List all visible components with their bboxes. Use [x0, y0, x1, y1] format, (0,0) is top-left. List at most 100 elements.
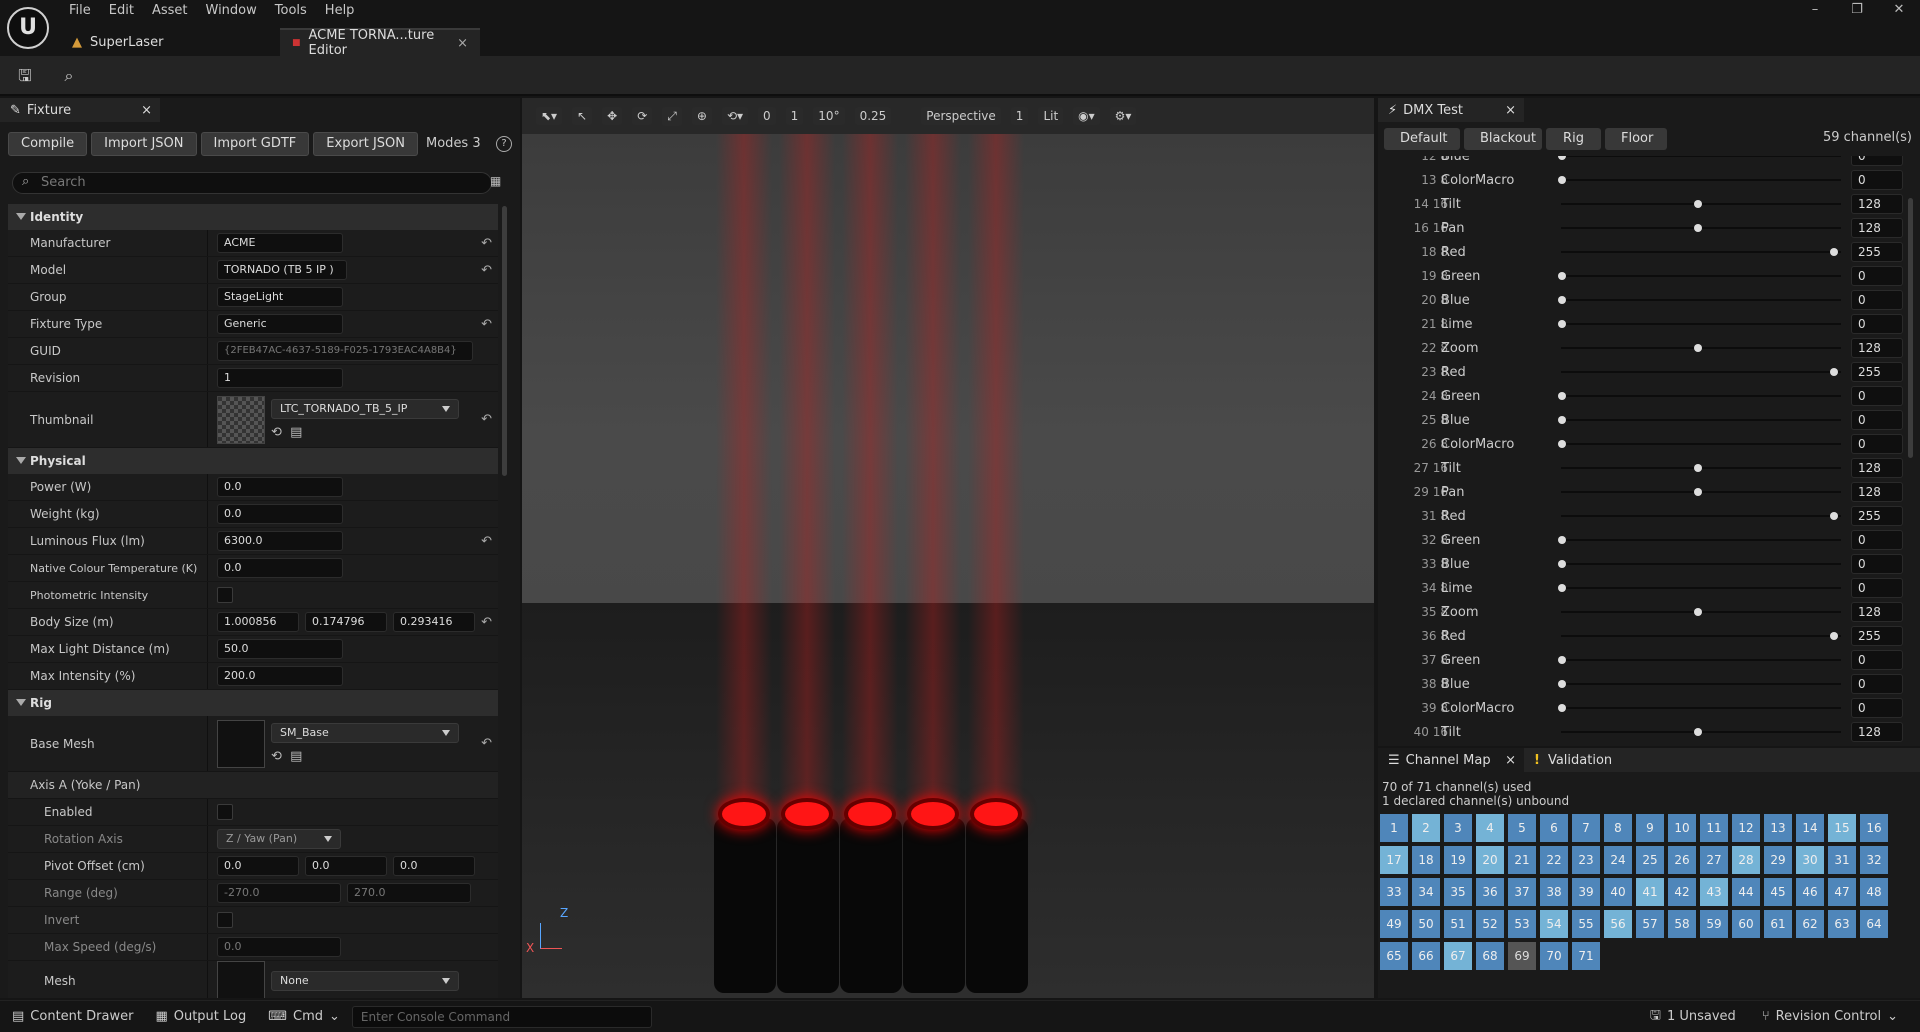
channel-value-field[interactable]: 128	[1851, 194, 1903, 214]
channel-cell[interactable]: 71	[1572, 942, 1600, 970]
view-mode-dropdown[interactable]: Perspective	[921, 107, 1001, 125]
channel-slider-handle[interactable]	[1694, 728, 1702, 736]
channel-cell[interactable]: 68	[1476, 942, 1504, 970]
channel-cell[interactable]: 58	[1668, 910, 1696, 938]
channel-cell[interactable]: 61	[1764, 910, 1792, 938]
channel-slider-track[interactable]	[1561, 371, 1841, 373]
channel-value-field[interactable]: 0	[1851, 674, 1903, 694]
channel-cell[interactable]: 6	[1540, 814, 1568, 842]
channel-slider-handle[interactable]	[1558, 704, 1566, 712]
save-icon[interactable]: 🖫	[14, 65, 36, 87]
reset-icon[interactable]: ↶	[481, 412, 492, 427]
snap-rotation-value[interactable]: 0	[758, 107, 776, 125]
manufacturer-field[interactable]: ACME	[217, 233, 343, 253]
channel-slider-handle[interactable]	[1558, 656, 1566, 664]
channel-slider-handle[interactable]	[1558, 680, 1566, 688]
channel-cell[interactable]: 47	[1828, 878, 1856, 906]
table-view-icon[interactable]: ▦	[490, 174, 501, 188]
channel-cell[interactable]: 46	[1796, 878, 1824, 906]
channel-slider-handle[interactable]	[1558, 176, 1566, 184]
row-axis-a[interactable]: Axis A (Yoke / Pan)	[8, 772, 498, 799]
colour-temperature-field[interactable]: 0.0	[217, 558, 343, 578]
settings-icon[interactable]: ⚙▾	[1109, 107, 1137, 125]
channel-cell[interactable]: 15	[1828, 814, 1856, 842]
use-selected-icon[interactable]: ⟲	[271, 425, 282, 440]
viewport[interactable]: ⬉▾ ↖ ✥ ⟳ ⤢ ⊕ ⟲▾ 0 1 10° 0.25 Perspective…	[522, 98, 1374, 998]
channel-cell[interactable]: 17	[1380, 846, 1408, 874]
channel-cell[interactable]: 22	[1540, 846, 1568, 874]
channel-slider-handle[interactable]	[1830, 632, 1838, 640]
channel-slider-track[interactable]	[1561, 275, 1841, 277]
channel-cell[interactable]: 14	[1796, 814, 1824, 842]
channel-cell[interactable]: 29	[1764, 846, 1792, 874]
restore-icon[interactable]: ❐	[1842, 2, 1872, 20]
rig-button[interactable]: Rig	[1546, 128, 1601, 150]
channel-slider-track[interactable]	[1561, 707, 1841, 709]
channel-value-field[interactable]: 255	[1851, 626, 1903, 646]
channel-cell[interactable]: 39	[1572, 878, 1600, 906]
channel-cell[interactable]: 52	[1476, 910, 1504, 938]
blackout-button[interactable]: Blackout	[1464, 128, 1542, 150]
surface-snap-icon[interactable]: ⟲▾	[721, 107, 749, 125]
reset-icon[interactable]: ↶	[481, 615, 492, 630]
default-button[interactable]: Default	[1384, 128, 1460, 150]
channel-cell[interactable]: 54	[1540, 910, 1568, 938]
base-mesh-dropdown[interactable]: SM_Base	[271, 723, 459, 743]
channel-cell[interactable]: 67	[1444, 942, 1472, 970]
unsaved-button[interactable]: 🖫 1 Unsaved	[1650, 1006, 1736, 1028]
channel-slider-handle[interactable]	[1558, 416, 1566, 424]
cmd-dropdown[interactable]: ⌨ Cmd ⌄	[268, 1009, 340, 1024]
channel-slider-handle[interactable]	[1830, 512, 1838, 520]
channel-cell[interactable]: 62	[1796, 910, 1824, 938]
channel-cell[interactable]: 2	[1412, 814, 1440, 842]
channel-slider-track[interactable]	[1561, 539, 1841, 541]
channel-slider-track[interactable]	[1561, 587, 1841, 589]
category-rig[interactable]: Rig	[8, 690, 498, 716]
channel-cell[interactable]: 3	[1444, 814, 1472, 842]
channel-cell[interactable]: 60	[1732, 910, 1760, 938]
channel-slider-handle[interactable]	[1558, 584, 1566, 592]
channel-value-field[interactable]: 0	[1851, 314, 1903, 334]
channel-cell[interactable]: 4	[1476, 814, 1504, 842]
channel-slider-handle[interactable]	[1694, 488, 1702, 496]
body-size-x[interactable]: 1.000856	[217, 612, 299, 632]
channel-cell[interactable]: 66	[1412, 942, 1440, 970]
close-tab-icon[interactable]: ×	[457, 36, 468, 51]
reset-icon[interactable]: ↶	[481, 263, 492, 278]
modes-label[interactable]: Modes 3	[426, 132, 481, 158]
pivot-y[interactable]: 0.0	[305, 856, 387, 876]
channel-slider-track[interactable]	[1561, 179, 1841, 181]
channel-cell[interactable]: 1	[1380, 814, 1408, 842]
fixture-type-field[interactable]: Generic	[217, 314, 343, 334]
group-field[interactable]: StageLight	[217, 287, 343, 307]
channel-slider-track[interactable]	[1561, 323, 1841, 325]
browse-icon[interactable]: ▤	[290, 425, 302, 440]
body-size-y[interactable]: 0.174796	[305, 612, 387, 632]
menu-edit[interactable]: Edit	[100, 0, 143, 22]
channel-slider-handle[interactable]	[1558, 296, 1566, 304]
channel-slider-handle[interactable]	[1558, 536, 1566, 544]
enabled-checkbox[interactable]	[217, 804, 233, 820]
channel-slider-track[interactable]	[1561, 299, 1841, 301]
scrollbar[interactable]	[502, 206, 507, 476]
menu-help[interactable]: Help	[316, 0, 364, 22]
channel-cell[interactable]: 26	[1668, 846, 1696, 874]
channel-cell[interactable]: 53	[1508, 910, 1536, 938]
channel-slider-track[interactable]	[1561, 419, 1841, 421]
channel-cell[interactable]: 36	[1476, 878, 1504, 906]
channel-cell[interactable]: 70	[1540, 942, 1568, 970]
channel-slider-handle[interactable]	[1694, 608, 1702, 616]
channel-value-field[interactable]: 0	[1851, 530, 1903, 550]
scale-snap-value[interactable]: 0.25	[854, 107, 892, 125]
channel-map-tab[interactable]: ☰ Channel Map ×	[1378, 748, 1524, 772]
channel-value-field[interactable]: 128	[1851, 338, 1903, 358]
channel-value-field[interactable]: 128	[1851, 482, 1903, 502]
channel-cell[interactable]: 18	[1412, 846, 1440, 874]
translate-icon[interactable]: ✥	[602, 107, 623, 125]
import-json-button[interactable]: Import JSON	[91, 132, 197, 156]
channel-cell[interactable]: 11	[1700, 814, 1728, 842]
channel-cell[interactable]: 44	[1732, 878, 1760, 906]
channel-value-field[interactable]: 128	[1851, 458, 1903, 478]
channel-cell[interactable]: 12	[1732, 814, 1760, 842]
max-distance-field[interactable]: 50.0	[217, 639, 343, 659]
